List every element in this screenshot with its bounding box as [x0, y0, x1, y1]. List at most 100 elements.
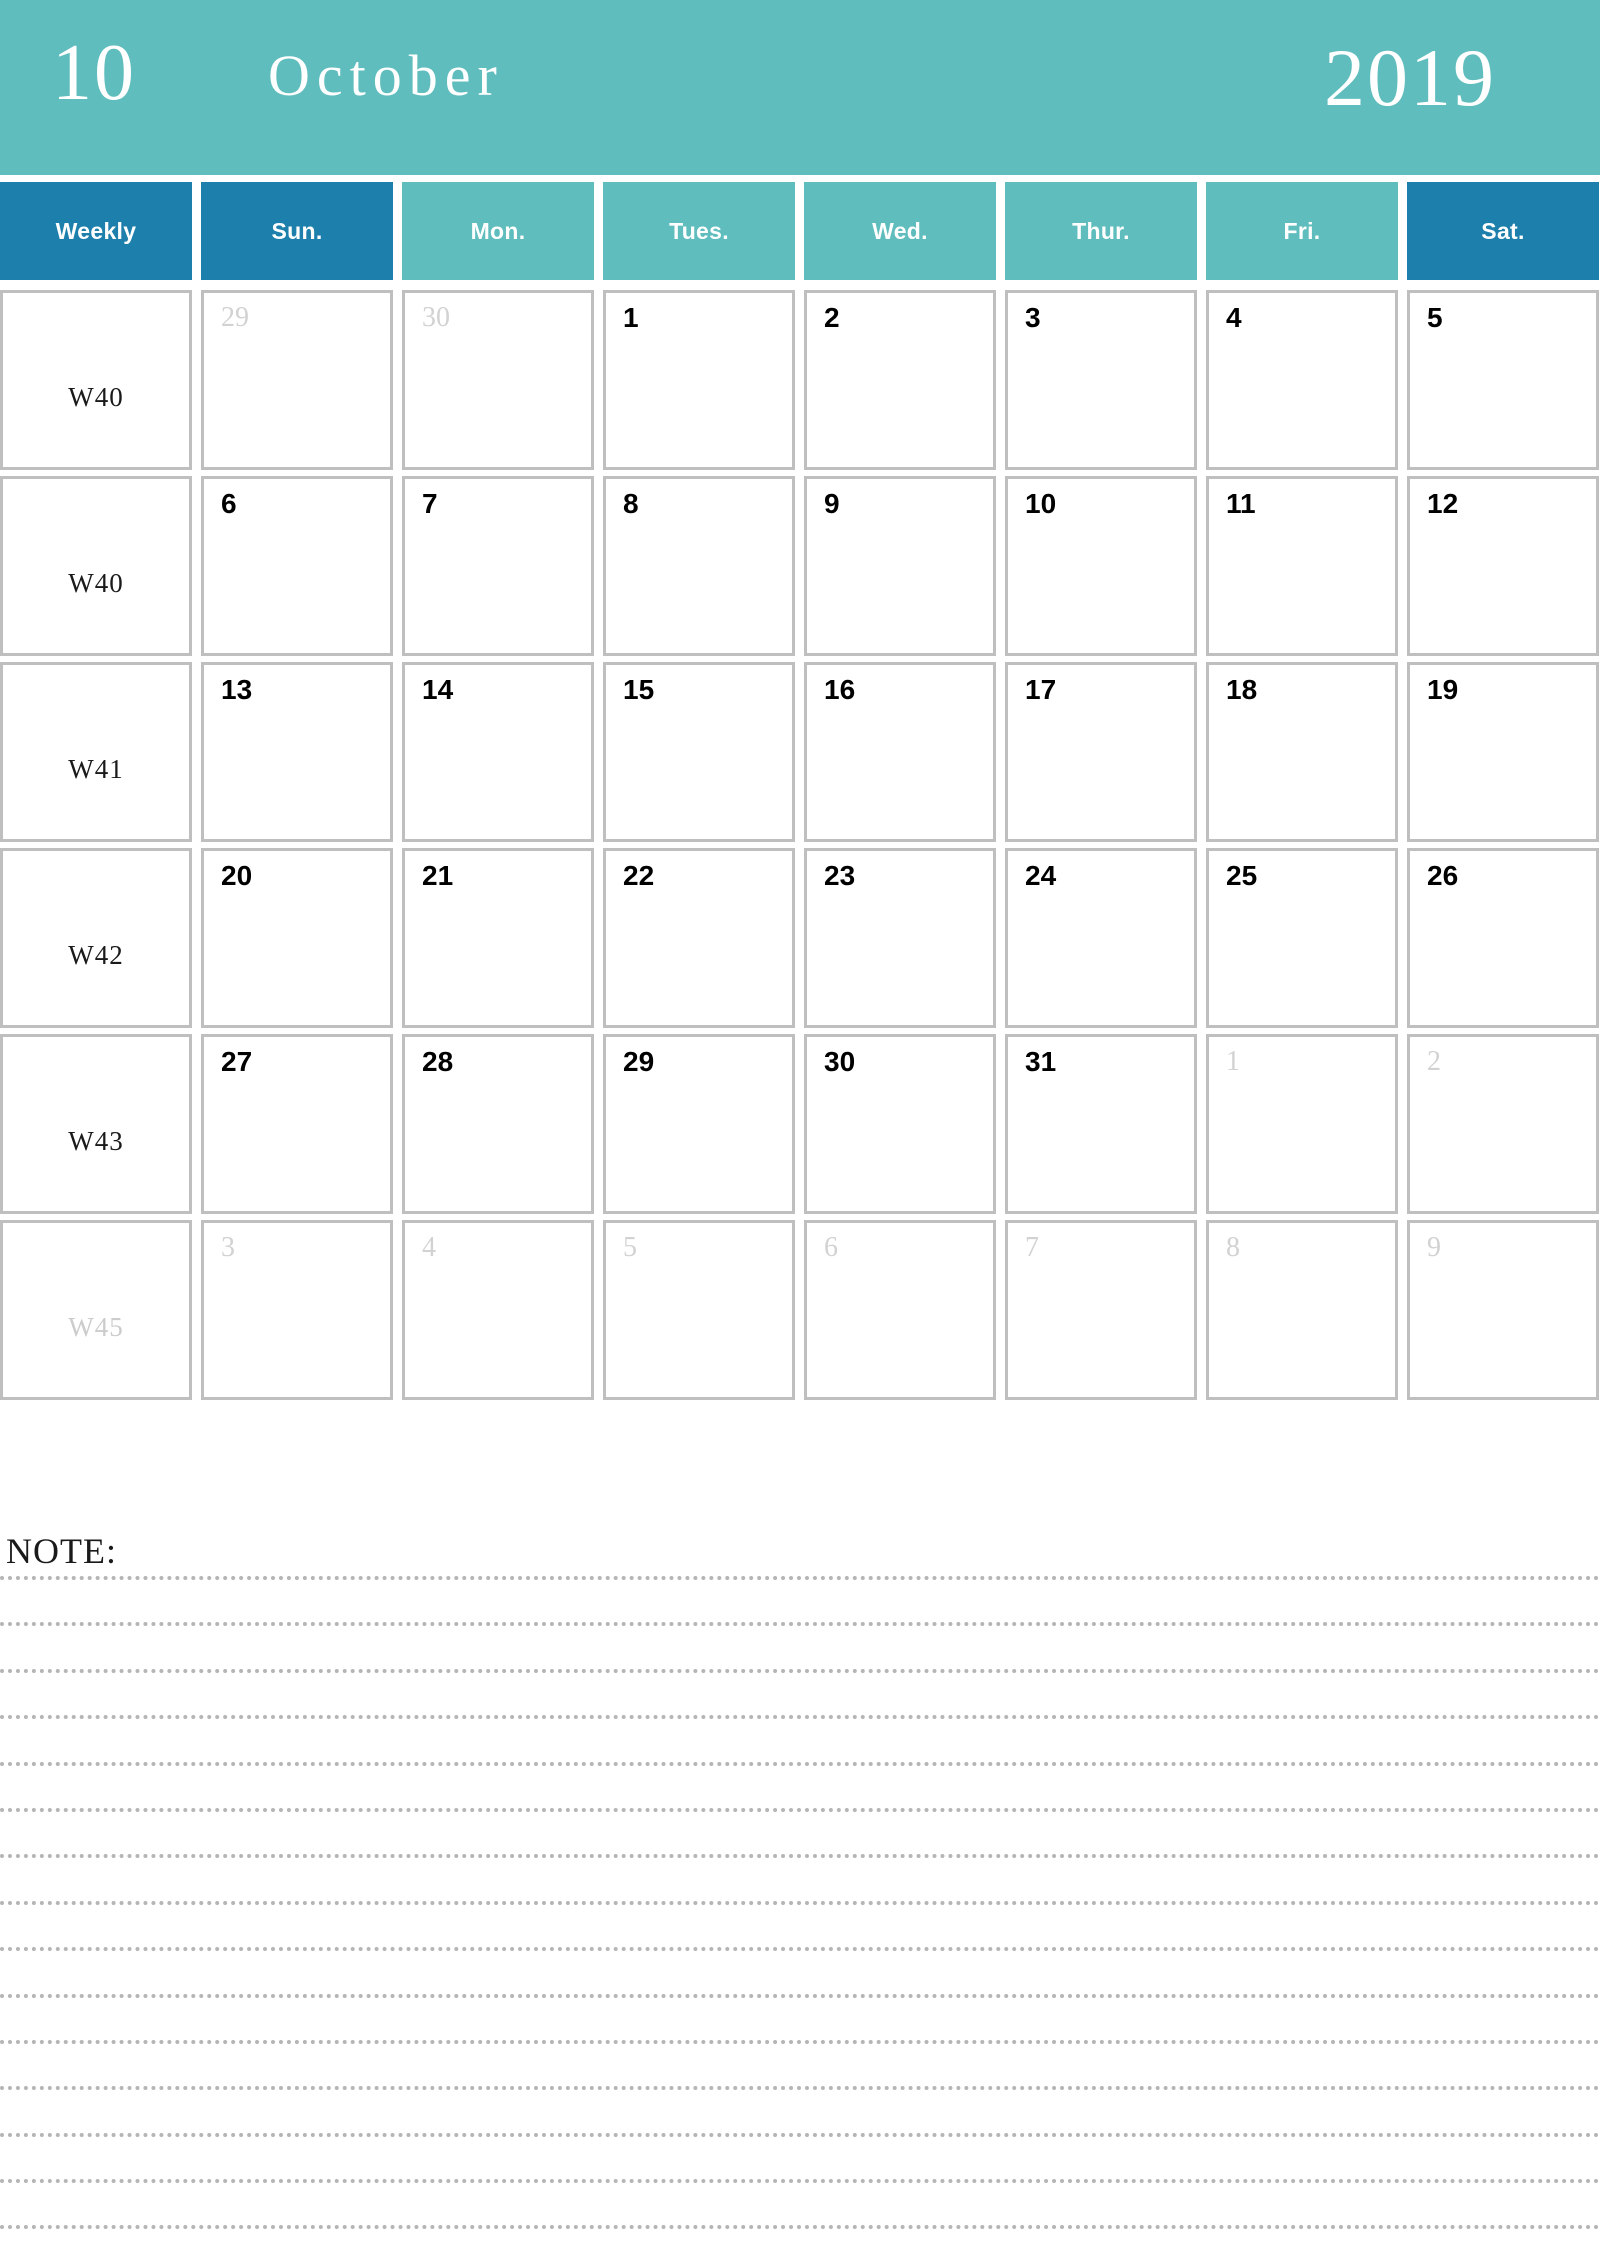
week-row: W42 20 21 22 23 24 25 26: [0, 848, 1600, 1034]
day-cell[interactable]: 5: [603, 1220, 795, 1400]
day-cell[interactable]: 7: [402, 476, 594, 656]
day-cell[interactable]: 28: [402, 1034, 594, 1214]
weekday-header-sun[interactable]: Sun.: [201, 182, 393, 280]
weekday-header-col: Tues.: [603, 182, 795, 280]
day-number: 24: [1025, 860, 1057, 891]
note-line[interactable]: [0, 1761, 1600, 1808]
weekday-header-fri[interactable]: Fri.: [1206, 182, 1398, 280]
day-cell[interactable]: 8: [1206, 1220, 1398, 1400]
day-number: 4: [1226, 302, 1242, 333]
day-col: 2: [1407, 1034, 1599, 1220]
note-line[interactable]: [0, 1576, 1600, 1622]
day-cell[interactable]: 3: [201, 1220, 393, 1400]
day-cell[interactable]: 20: [201, 848, 393, 1028]
note-line[interactable]: [0, 1900, 1600, 1947]
weekday-header-wed[interactable]: Wed.: [804, 182, 996, 280]
day-cell[interactable]: 6: [804, 1220, 996, 1400]
weekday-header-weekly[interactable]: Weekly: [0, 182, 192, 280]
week-number-cell[interactable]: W42: [0, 848, 192, 1028]
day-number: 11: [1226, 488, 1256, 519]
day-cell[interactable]: 9: [804, 476, 996, 656]
weekday-header-sat[interactable]: Sat.: [1407, 182, 1599, 280]
day-col: 29: [603, 1034, 795, 1220]
day-cell[interactable]: 8: [603, 476, 795, 656]
month-banner: 10 October 2019: [0, 0, 1600, 175]
day-cell[interactable]: 29: [201, 290, 393, 470]
day-cell[interactable]: 29: [603, 1034, 795, 1214]
day-col: 6: [804, 1220, 996, 1406]
day-cell[interactable]: 23: [804, 848, 996, 1028]
note-line[interactable]: [0, 2039, 1600, 2086]
day-col: 29: [201, 290, 393, 476]
week-row: W45 3 4 5 6 7 8 9: [0, 1220, 1600, 1406]
day-cell[interactable]: 3: [1005, 290, 1197, 470]
day-col: 19: [1407, 662, 1599, 848]
weekday-header-thur[interactable]: Thur.: [1005, 182, 1197, 280]
note-line[interactable]: [0, 1715, 1600, 1761]
weekday-header-mon[interactable]: Mon.: [402, 182, 594, 280]
day-number: 26: [1427, 860, 1459, 891]
day-cell[interactable]: 18: [1206, 662, 1398, 842]
day-number: 7: [1025, 1232, 1039, 1263]
note-line[interactable]: [0, 1947, 1600, 1993]
note-line[interactable]: [0, 2179, 1600, 2225]
day-cell[interactable]: 21: [402, 848, 594, 1028]
day-cell[interactable]: 4: [1206, 290, 1398, 470]
day-number: 20: [221, 860, 253, 891]
day-cell[interactable]: 25: [1206, 848, 1398, 1028]
day-cell[interactable]: 15: [603, 662, 795, 842]
day-number: 6: [221, 488, 237, 519]
day-number: 15: [623, 674, 655, 705]
day-number: 29: [623, 1046, 655, 1077]
day-col: 3: [201, 1220, 393, 1406]
day-cell[interactable]: 19: [1407, 662, 1599, 842]
day-cell[interactable]: 31: [1005, 1034, 1197, 1214]
day-cell[interactable]: 1: [603, 290, 795, 470]
day-cell[interactable]: 11: [1206, 476, 1398, 656]
day-cell[interactable]: 12: [1407, 476, 1599, 656]
day-col: 17: [1005, 662, 1197, 848]
note-line[interactable]: [0, 1622, 1600, 1668]
day-col: 7: [1005, 1220, 1197, 1406]
day-cell[interactable]: 5: [1407, 290, 1599, 470]
week-number-label: W40: [68, 381, 124, 412]
week-number-cell[interactable]: W40: [0, 290, 192, 470]
day-cell[interactable]: 7: [1005, 1220, 1197, 1400]
day-cell[interactable]: 2: [1407, 1034, 1599, 1214]
week-number-cell[interactable]: W40: [0, 476, 192, 656]
day-number: 9: [1427, 1232, 1441, 1263]
day-cell[interactable]: 10: [1005, 476, 1197, 656]
calendar-grid: Weekly Sun. Mon. Tues. Wed. Thur. Fri. Sat. W40…: [0, 182, 1600, 1406]
day-cell[interactable]: 24: [1005, 848, 1197, 1028]
day-cell[interactable]: 16: [804, 662, 996, 842]
week-number-cell[interactable]: W45: [0, 1220, 192, 1400]
note-line[interactable]: [0, 2086, 1600, 2132]
note-line[interactable]: [0, 1668, 1600, 1715]
note-line[interactable]: [0, 1807, 1600, 1854]
week-number-cell[interactable]: W41: [0, 662, 192, 842]
weekday-header-tues[interactable]: Tues.: [603, 182, 795, 280]
day-cell[interactable]: 30: [402, 290, 594, 470]
day-cell[interactable]: 6: [201, 476, 393, 656]
day-cell[interactable]: 22: [603, 848, 795, 1028]
note-line[interactable]: [0, 2132, 1600, 2179]
week-number-label: W41: [68, 753, 124, 784]
day-cell[interactable]: 9: [1407, 1220, 1599, 1400]
day-cell[interactable]: 1: [1206, 1034, 1398, 1214]
note-lines-container[interactable]: [0, 1576, 1600, 2251]
day-cell[interactable]: 4: [402, 1220, 594, 1400]
week-number-cell[interactable]: W43: [0, 1034, 192, 1214]
day-cell[interactable]: 2: [804, 290, 996, 470]
day-cell[interactable]: 17: [1005, 662, 1197, 842]
note-line[interactable]: [0, 1993, 1600, 2040]
day-cell[interactable]: 26: [1407, 848, 1599, 1028]
day-col: 30: [804, 1034, 996, 1220]
day-cell[interactable]: 13: [201, 662, 393, 842]
day-cell[interactable]: 14: [402, 662, 594, 842]
note-line[interactable]: [0, 2225, 1600, 2251]
day-col: 11: [1206, 476, 1398, 662]
day-number: 6: [824, 1232, 838, 1263]
note-line[interactable]: [0, 1854, 1600, 1900]
day-cell[interactable]: 30: [804, 1034, 996, 1214]
day-cell[interactable]: 27: [201, 1034, 393, 1214]
